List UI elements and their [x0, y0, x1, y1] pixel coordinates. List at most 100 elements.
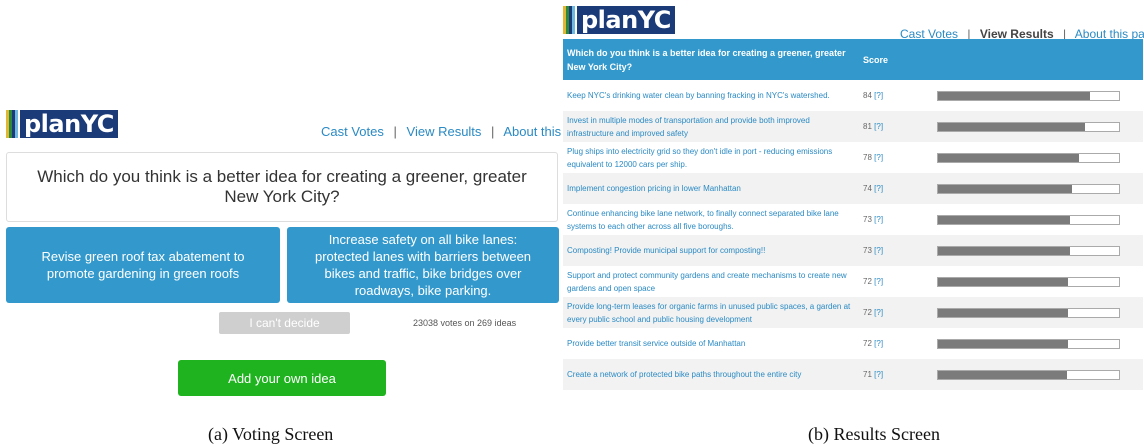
result-score-cell: 72 [?]	[859, 328, 933, 359]
result-idea-link[interactable]: Keep NYC's drinking water clean by banni…	[563, 80, 859, 111]
result-idea-link[interactable]: Create a network of protected bike paths…	[563, 359, 859, 390]
result-score: 71	[863, 370, 872, 379]
score-help-link[interactable]: [?]	[874, 370, 883, 379]
result-score-cell: 74 [?]	[859, 173, 933, 204]
question-text: Which do you think is a better idea for …	[37, 167, 527, 206]
cant-decide-button[interactable]: I can't decide	[219, 312, 350, 334]
score-bar-fill	[938, 370, 1067, 379]
planyc-logo: planYC	[6, 110, 118, 138]
results-row: Provide long-term leases for organic far…	[563, 297, 1143, 328]
score-help-link[interactable]: [?]	[874, 339, 883, 348]
results-header-bar	[933, 39, 1143, 80]
result-bar-cell	[933, 173, 1143, 204]
score-bar	[937, 90, 1120, 101]
score-help-link[interactable]: [?]	[874, 277, 883, 286]
result-idea-link[interactable]: Plug ships into electricity grid so they…	[563, 142, 859, 173]
score-bar	[937, 245, 1120, 256]
result-bar-cell	[933, 204, 1143, 235]
results-header-question: Which do you think is a better idea for …	[563, 39, 859, 80]
results-body: Keep NYC's drinking water clean by banni…	[563, 80, 1143, 390]
score-bar	[937, 152, 1120, 163]
results-row: Invest in multiple modes of transportati…	[563, 111, 1143, 142]
score-bar-fill	[938, 215, 1071, 224]
question-box: Which do you think is a better idea for …	[6, 152, 558, 222]
score-help-link[interactable]: [?]	[874, 215, 883, 224]
score-bar-fill	[938, 184, 1072, 193]
result-bar-cell	[933, 297, 1143, 328]
score-bar-fill	[938, 122, 1085, 131]
result-bar-cell	[933, 359, 1143, 390]
score-help-link[interactable]: [?]	[874, 91, 883, 100]
result-idea-link[interactable]: Composting! Provide municipal support fo…	[563, 235, 859, 266]
score-bar	[937, 276, 1120, 287]
results-row: Continue enhancing bike lane network, to…	[563, 204, 1143, 235]
result-score: 73	[863, 215, 872, 224]
result-idea-link[interactable]: Provide long-term leases for organic far…	[563, 297, 859, 328]
result-idea-link[interactable]: Implement congestion pricing in lower Ma…	[563, 173, 859, 204]
logo-wordmark: planYC	[20, 110, 118, 138]
score-help-link[interactable]: [?]	[874, 246, 883, 255]
result-score: 84	[863, 91, 872, 100]
score-help-link[interactable]: [?]	[874, 184, 883, 193]
result-score: 74	[863, 184, 872, 193]
result-score-cell: 81 [?]	[859, 111, 933, 142]
add-idea-button[interactable]: Add your own idea	[178, 360, 386, 396]
result-score-cell: 84 [?]	[859, 80, 933, 111]
result-bar-cell	[933, 266, 1143, 297]
results-header-row: Which do you think is a better idea for …	[563, 39, 1143, 80]
nav-cast-votes[interactable]: Cast Votes	[321, 124, 384, 139]
score-bar-fill	[938, 308, 1069, 317]
result-score: 81	[863, 122, 872, 131]
score-bar	[937, 369, 1120, 380]
top-nav: Cast Votes | View Results | About this p…	[321, 124, 594, 139]
score-bar	[937, 338, 1120, 349]
score-help-link[interactable]: [?]	[874, 153, 883, 162]
result-idea-link[interactable]: Support and protect community gardens an…	[563, 266, 859, 297]
vote-count: 23038 votes on 269 ideas	[413, 318, 517, 328]
score-help-link[interactable]: [?]	[874, 122, 883, 131]
result-idea-link[interactable]: Provide better transit service outside o…	[563, 328, 859, 359]
score-bar-fill	[938, 277, 1069, 286]
result-bar-cell	[933, 80, 1143, 111]
result-bar-cell	[933, 235, 1143, 266]
result-idea-link[interactable]: Continue enhancing bike lane network, to…	[563, 204, 859, 235]
result-score-cell: 71 [?]	[859, 359, 933, 390]
score-bar	[937, 183, 1120, 194]
score-bar-fill	[938, 91, 1091, 100]
result-bar-cell	[933, 328, 1143, 359]
score-bar-fill	[938, 246, 1071, 255]
caption-results: (b) Results Screen	[808, 424, 940, 444]
results-row: Support and protect community gardens an…	[563, 266, 1143, 297]
results-row: Create a network of protected bike paths…	[563, 359, 1143, 390]
nav-separator: |	[393, 124, 397, 139]
result-score-cell: 78 [?]	[859, 142, 933, 173]
results-table: Which do you think is a better idea for …	[563, 39, 1143, 390]
logo-stripes	[563, 6, 575, 34]
results-row: Provide better transit service outside o…	[563, 328, 1143, 359]
score-bar	[937, 121, 1120, 132]
choice-right-button[interactable]: Increase safety on all bike lanes: prote…	[287, 227, 559, 303]
results-row: Composting! Provide municipal support fo…	[563, 235, 1143, 266]
result-idea-link[interactable]: Invest in multiple modes of transportati…	[563, 111, 859, 142]
logo-stripe	[572, 6, 575, 34]
score-help-link[interactable]: [?]	[874, 308, 883, 317]
result-score: 72	[863, 277, 872, 286]
logo-stripe	[15, 110, 18, 138]
nav-view-results[interactable]: View Results	[407, 124, 482, 139]
results-header-score: Score	[859, 39, 933, 80]
result-score-cell: 72 [?]	[859, 266, 933, 297]
score-bar	[937, 307, 1120, 318]
result-score: 78	[863, 153, 872, 162]
caption-voting: (a) Voting Screen	[208, 424, 334, 444]
nav-separator: |	[491, 124, 495, 139]
result-score-cell: 72 [?]	[859, 297, 933, 328]
logo-wordmark: planYC	[577, 6, 675, 34]
result-bar-cell	[933, 142, 1143, 173]
choice-left-button[interactable]: Revise green roof tax abatement to promo…	[6, 227, 280, 303]
result-score: 73	[863, 246, 872, 255]
planyc-logo: planYC	[563, 6, 675, 34]
result-bar-cell	[933, 111, 1143, 142]
results-row: Keep NYC's drinking water clean by banni…	[563, 80, 1143, 111]
result-score: 72	[863, 339, 872, 348]
result-score-cell: 73 [?]	[859, 235, 933, 266]
